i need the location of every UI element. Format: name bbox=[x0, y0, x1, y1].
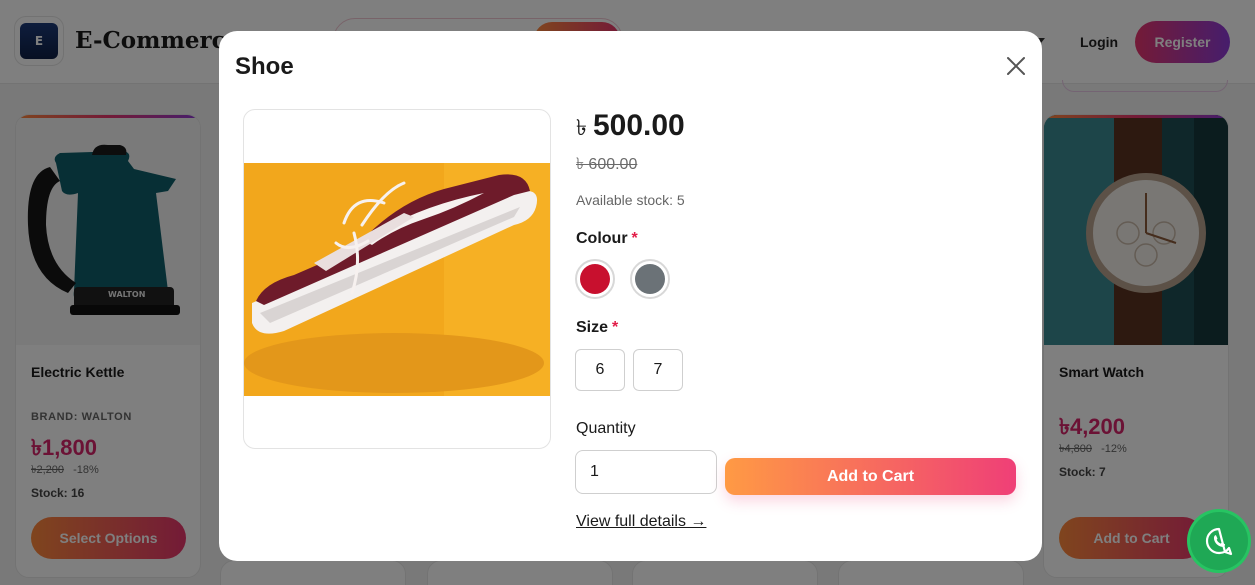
close-button[interactable] bbox=[1003, 53, 1029, 79]
add-to-cart-button[interactable]: Add to Cart bbox=[725, 458, 1016, 495]
stock-text: Available stock: 5 bbox=[576, 192, 685, 208]
product-price: ৳ 500.00 bbox=[576, 109, 685, 148]
shoe-image bbox=[244, 163, 550, 396]
required-mark: * bbox=[612, 319, 619, 336]
swatch-fill bbox=[635, 264, 665, 294]
size-label: Size * bbox=[576, 319, 618, 337]
colour-label-text: Colour bbox=[576, 230, 628, 247]
size-option-7[interactable]: 7 bbox=[633, 349, 683, 391]
required-mark: * bbox=[631, 230, 638, 247]
size-option-6[interactable]: 6 bbox=[575, 349, 625, 391]
view-full-details-link[interactable]: View full details → bbox=[576, 513, 706, 531]
modal-title: Shoe bbox=[235, 53, 294, 80]
swatch-fill bbox=[580, 264, 610, 294]
product-old-price: ৳ 600.00 bbox=[576, 156, 638, 173]
quantity-label: Quantity bbox=[576, 420, 636, 437]
close-icon[interactable] bbox=[1003, 53, 1029, 79]
currency-symbol: ৳ bbox=[576, 115, 587, 140]
product-image-frame bbox=[243, 109, 551, 449]
colour-swatch-grey[interactable] bbox=[630, 259, 670, 299]
quantity-input[interactable] bbox=[575, 450, 717, 494]
colour-swatch-red[interactable] bbox=[575, 259, 615, 299]
price-value: 500.00 bbox=[592, 109, 685, 142]
whatsapp-button[interactable] bbox=[1190, 512, 1248, 570]
quick-view-modal: Shoe ৳ 500.00 ৳ 600.00 Available stock: 5… bbox=[219, 31, 1042, 561]
whatsapp-icon bbox=[1205, 527, 1233, 556]
size-label-text: Size bbox=[576, 319, 609, 336]
colour-label: Colour * bbox=[576, 230, 638, 248]
